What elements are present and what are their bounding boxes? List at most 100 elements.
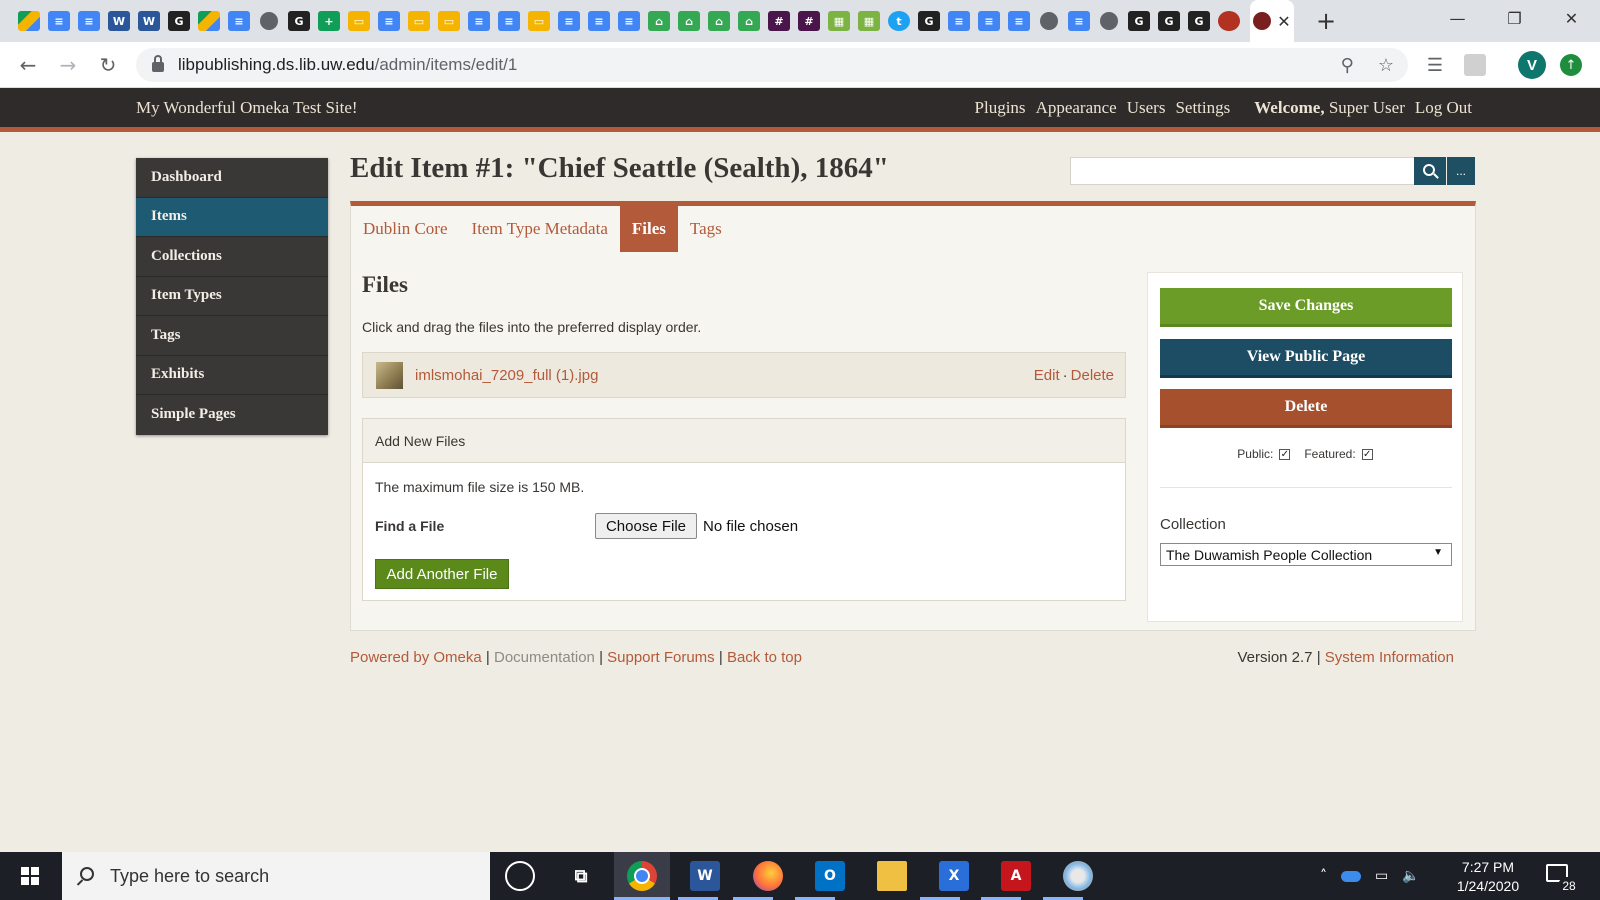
cortana-icon[interactable] xyxy=(505,861,535,891)
pinned-tab-slack-icon[interactable]: # xyxy=(768,11,790,31)
new-tab-icon[interactable]: + xyxy=(1316,7,1336,35)
pinned-tab-slide-icon[interactable]: ▭ xyxy=(528,11,550,31)
pdf-extension-icon[interactable] xyxy=(1464,54,1486,76)
pinned-tab-globe-icon[interactable] xyxy=(1040,12,1058,30)
close-window-icon[interactable]: ✕ xyxy=(1543,0,1600,36)
pinned-tab-doc-icon[interactable]: ≡ xyxy=(558,11,580,31)
file-name-link[interactable]: imlsmohai_7209_full (1).jpg xyxy=(415,367,598,384)
pinned-tab-globe-icon[interactable] xyxy=(260,12,278,30)
pinned-tab-dark-icon[interactable]: G xyxy=(1128,11,1150,31)
pinned-tab-word-icon[interactable]: W xyxy=(108,11,130,31)
pinned-tab-dark-icon[interactable]: G xyxy=(288,11,310,31)
pinned-tab-doc-icon[interactable]: ≡ xyxy=(978,11,1000,31)
minimize-icon[interactable]: — xyxy=(1429,0,1486,36)
add-another-file-button[interactable]: Add Another File xyxy=(375,559,509,589)
word-icon[interactable]: W xyxy=(690,861,720,891)
forward-icon[interactable]: → xyxy=(48,53,88,77)
tab-dublin-core[interactable]: Dublin Core xyxy=(351,206,460,252)
volume-icon[interactable]: 🔈 xyxy=(1402,868,1419,884)
chrome-icon[interactable] xyxy=(627,861,657,891)
active-tab[interactable]: ✕ xyxy=(1250,0,1294,42)
pinned-tab-slide-icon[interactable]: ▭ xyxy=(438,11,460,31)
powered-by-link[interactable]: Powered by Omeka xyxy=(350,649,482,666)
acrobat-icon[interactable]: A xyxy=(1001,861,1031,891)
pinned-tab-doc-icon[interactable]: ≡ xyxy=(588,11,610,31)
delete-item-button[interactable]: Delete xyxy=(1160,389,1452,428)
tab-files[interactable]: Files xyxy=(619,206,678,252)
back-to-top-link[interactable]: Back to top xyxy=(727,649,802,666)
nav-appearance[interactable]: Appearance xyxy=(1036,98,1117,118)
user-link[interactable]: Super User xyxy=(1329,98,1405,117)
pinned-tab-dark-icon[interactable]: G xyxy=(1188,11,1210,31)
taskbar-clock[interactable]: 7:27 PM 1/24/2020 xyxy=(1448,858,1528,896)
documentation-link[interactable]: Documentation xyxy=(494,649,595,666)
support-forums-link[interactable]: Support Forums xyxy=(607,649,715,666)
sidebar-item-dashboard[interactable]: Dashboard xyxy=(136,158,328,198)
pinned-tab-doc-icon[interactable]: ≡ xyxy=(228,11,250,31)
pinned-tab-sheet-icon[interactable]: + xyxy=(318,11,340,31)
firefox-icon[interactable] xyxy=(753,861,783,891)
nav-users[interactable]: Users xyxy=(1127,98,1166,118)
site-title[interactable]: My Wonderful Omeka Test Site! xyxy=(136,98,358,118)
profile-avatar[interactable]: V xyxy=(1518,51,1546,79)
outlook-icon[interactable]: O xyxy=(815,861,845,891)
reading-list-icon[interactable]: ☰ xyxy=(1424,50,1446,80)
taskbar-search-box[interactable]: Type here to search xyxy=(62,852,490,900)
update-icon[interactable]: ↑ xyxy=(1560,54,1582,76)
start-button[interactable] xyxy=(0,852,60,900)
pinned-tab-drive-icon[interactable] xyxy=(18,11,40,31)
tab-tags[interactable]: Tags xyxy=(678,206,734,252)
pinned-tab-doc-icon[interactable]: ≡ xyxy=(498,11,520,31)
pinned-tab-cal-icon[interactable]: ▦ xyxy=(828,11,850,31)
bookmark-star-icon[interactable]: ☆ xyxy=(1378,55,1394,76)
admin-search-input[interactable] xyxy=(1070,157,1415,185)
collection-select[interactable]: The Duwamish People Collection ▼ xyxy=(1160,543,1452,566)
sidebar-item-tags[interactable]: Tags xyxy=(136,316,328,356)
pinned-tab-doc-icon[interactable]: ≡ xyxy=(948,11,970,31)
zoom-icon[interactable]: ⚲ xyxy=(1341,55,1354,76)
view-public-page-button[interactable]: View Public Page xyxy=(1160,339,1452,378)
pinned-tab-red-icon[interactable] xyxy=(1218,11,1240,31)
onedrive-icon[interactable] xyxy=(1341,870,1361,882)
pinned-tab-map-icon[interactable]: ⌂ xyxy=(648,11,670,31)
pinned-tab-dark-icon[interactable]: G xyxy=(918,11,940,31)
file-thumbnail[interactable] xyxy=(376,362,403,389)
nav-plugins[interactable]: Plugins xyxy=(975,98,1026,118)
pinned-tab-doc-icon[interactable]: ≡ xyxy=(468,11,490,31)
pinned-tab-slide-icon[interactable]: ▭ xyxy=(348,11,370,31)
pinned-tab-doc-icon[interactable]: ≡ xyxy=(78,11,100,31)
file-explorer-icon[interactable] xyxy=(877,861,907,891)
file-delete-link[interactable]: Delete xyxy=(1071,367,1114,384)
paint-icon[interactable] xyxy=(1063,861,1093,891)
task-view-icon[interactable]: ⧉ xyxy=(566,861,596,891)
pinned-tab-doc-icon[interactable]: ≡ xyxy=(618,11,640,31)
file-edit-link[interactable]: Edit xyxy=(1034,367,1060,384)
advanced-search-button[interactable]: ... xyxy=(1447,157,1475,185)
system-information-link[interactable]: System Information xyxy=(1325,649,1454,666)
pinned-tab-word-icon[interactable]: W xyxy=(138,11,160,31)
pinned-tab-dark-icon[interactable]: G xyxy=(1158,11,1180,31)
pinned-tab-drive-icon[interactable] xyxy=(198,11,220,31)
sidebar-item-exhibits[interactable]: Exhibits xyxy=(136,356,328,395)
logout-link[interactable]: Log Out xyxy=(1415,98,1472,118)
public-checkbox[interactable]: ✓ xyxy=(1279,448,1291,460)
reload-icon[interactable]: ↻ xyxy=(88,53,128,77)
pinned-tab-doc-icon[interactable]: ≡ xyxy=(48,11,70,31)
choose-file-button[interactable]: Choose File xyxy=(595,513,697,539)
sidebar-item-item-types[interactable]: Item Types xyxy=(136,277,328,316)
x-app-icon[interactable]: X xyxy=(939,861,969,891)
pinned-tab-doc-icon[interactable]: ≡ xyxy=(378,11,400,31)
tab-close-icon[interactable]: ✕ xyxy=(1277,12,1290,31)
pinned-tab-map-icon[interactable]: ⌂ xyxy=(678,11,700,31)
tab-item-type-metadata[interactable]: Item Type Metadata xyxy=(460,206,620,252)
pinned-tab-map-icon[interactable]: ⌂ xyxy=(708,11,730,31)
save-changes-button[interactable]: Save Changes xyxy=(1160,288,1452,327)
nav-settings[interactable]: Settings xyxy=(1175,98,1230,118)
chevron-up-icon[interactable]: ˄ xyxy=(1320,868,1327,884)
pinned-tab-cal-icon[interactable]: ▦ xyxy=(858,11,880,31)
pinned-tab-tw-icon[interactable]: t xyxy=(888,11,910,31)
pinned-tab-map-icon[interactable]: ⌂ xyxy=(738,11,760,31)
pinned-tab-slide-icon[interactable]: ▭ xyxy=(408,11,430,31)
pinned-tab-doc-icon[interactable]: ≡ xyxy=(1068,11,1090,31)
pinned-tab-slack-icon[interactable]: # xyxy=(798,11,820,31)
